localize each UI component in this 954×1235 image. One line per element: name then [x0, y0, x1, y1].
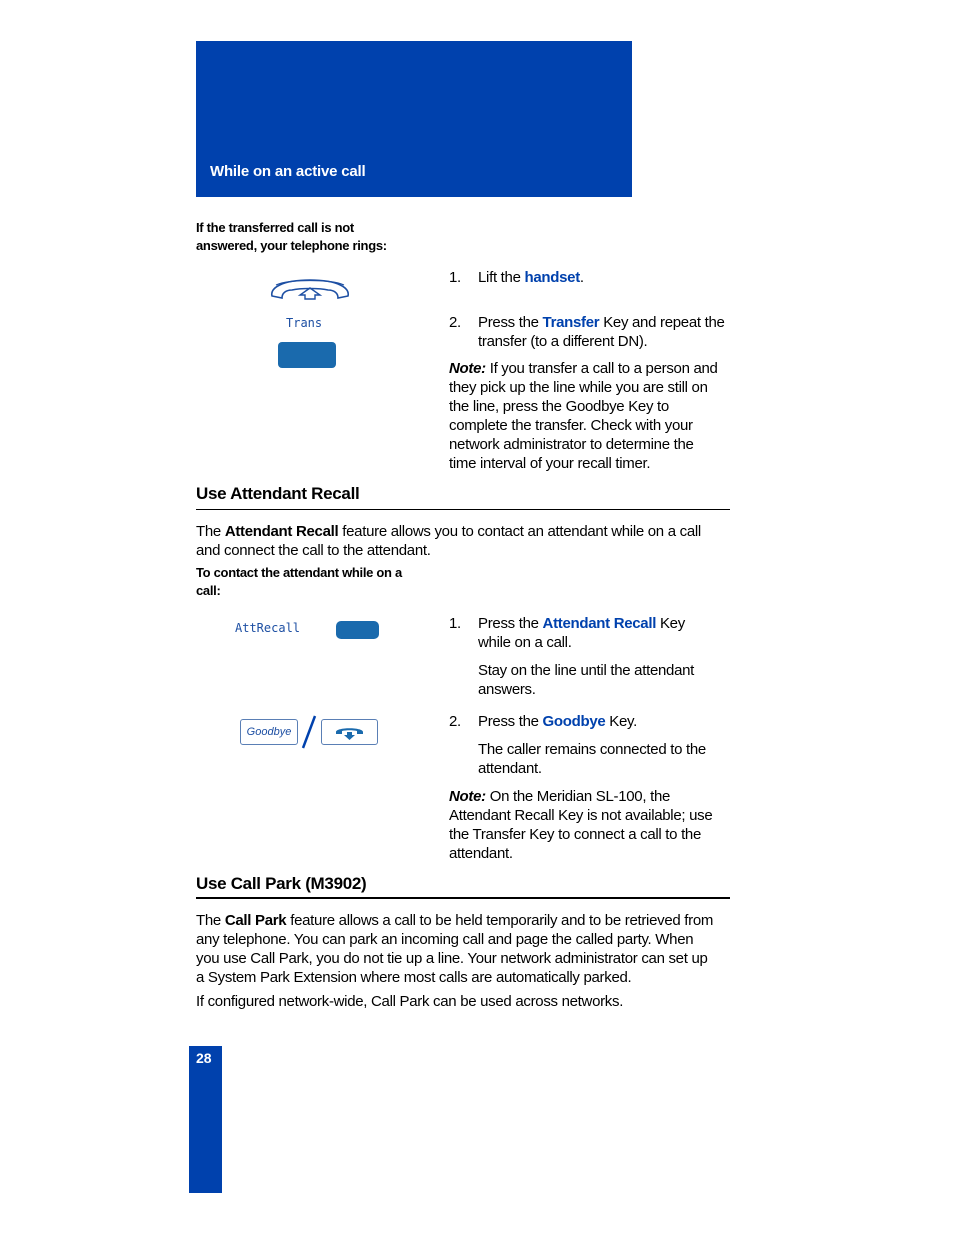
release-key[interactable] — [321, 719, 378, 745]
para-line: any telephone. You can park an incoming … — [196, 931, 694, 948]
note-line: attendant. — [449, 845, 513, 862]
para-text: feature allows a call to be held tempora… — [286, 912, 714, 929]
step-text-end: Key. — [605, 713, 638, 730]
lead-line1: To contact the attendant while on a — [196, 565, 402, 580]
note-line: they pick up the line while you are stil… — [449, 379, 708, 396]
step-number: 1. — [449, 615, 461, 632]
transfer-lead-line1: If the transferred call is not — [196, 220, 354, 235]
step-text-line2: while on a call. — [478, 634, 572, 651]
or-slash-divider — [299, 714, 319, 750]
attendant-note: Note: On the Meridian SL-100, the Attend… — [449, 787, 739, 863]
note-label: Note: — [449, 788, 486, 805]
note-line: complete the transfer. Check with your — [449, 417, 693, 434]
transfer-lead-line2: answered, your telephone rings: — [196, 238, 387, 253]
note-line: On the Meridian SL-100, the — [485, 788, 671, 805]
step-number: 1. — [449, 269, 461, 286]
para-text: The — [196, 912, 225, 929]
trans-softkey-label: Trans — [286, 316, 323, 330]
step-number: 2. — [449, 314, 461, 331]
call-park-feature-name: Call Park — [224, 912, 287, 929]
attendant-recall-lead: To contact the attendant while on a call… — [196, 564, 426, 600]
goodbye-key-label: Goodbye — [246, 726, 292, 738]
attrecall-softkey-button[interactable] — [336, 621, 379, 639]
keyword-attendant-recall: Attendant Recall — [542, 615, 657, 632]
keyword-transfer: Transfer — [542, 314, 600, 331]
transfer-step-2: 2. Press the Transfer Key and repeat the… — [449, 313, 739, 351]
handset-lift-icon — [268, 276, 352, 302]
keyword-goodbye: Goodbye — [542, 713, 606, 730]
para-line: you use Call Park, you do not tie up a l… — [196, 950, 708, 967]
note-line: network administrator to determine the — [449, 436, 694, 453]
page-number: 28 — [196, 1050, 212, 1066]
handset-down-icon — [336, 728, 363, 740]
note-line: Attendant Recall Key is not available; u… — [449, 807, 713, 824]
call-park-description: The Call Park feature allows a call to b… — [196, 911, 741, 1011]
step-text-end: Key and repeat the — [599, 314, 725, 331]
step-text: Press the — [478, 314, 543, 331]
attrecall-softkey-label: AttRecall — [235, 621, 301, 635]
note-label: Note: — [449, 360, 486, 377]
transfer-note: Note: If you transfer a call to a person… — [449, 359, 739, 473]
trans-softkey-button[interactable] — [278, 342, 336, 368]
step-subtext: answers. — [478, 681, 536, 698]
attendant-recall-intro: The Attendant Recall feature allows you … — [196, 522, 736, 560]
intro-line2: and connect the call to the attendant. — [196, 542, 431, 559]
note-line: the Transfer Key to connect a call to th… — [449, 826, 702, 843]
para-line: a System Park Extension where most calls… — [196, 969, 632, 986]
intro-text: The — [196, 523, 225, 540]
step-text-line2: transfer (to a different DN). — [478, 333, 648, 350]
note-line: If you transfer a call to a person and — [485, 360, 718, 377]
note-line: time interval of your recall timer. — [449, 455, 651, 472]
intro-feature-name: Attendant Recall — [224, 523, 339, 540]
heading-rule — [196, 897, 730, 899]
transfer-step-1: 1. Lift the handset. — [449, 268, 739, 287]
intro-text: feature allows you to contact an attenda… — [338, 523, 701, 540]
note-line: the line, press the Goodbye Key to — [449, 398, 669, 415]
attendant-recall-heading: Use Attendant Recall — [196, 484, 360, 503]
call-park-heading: Use Call Park (M3902) — [196, 874, 367, 893]
attendant-step-2: 2. Press the Goodbye Key. The caller rem… — [449, 712, 739, 778]
heading-rule — [196, 509, 730, 510]
section-header-band: While on an active call — [196, 41, 632, 197]
lead-line2: call: — [196, 583, 221, 598]
step-text: Press the — [478, 713, 543, 730]
attendant-step-1: 1. Press the Attendant Recall Key while … — [449, 614, 739, 699]
step-text-end: Key — [656, 615, 685, 632]
goodbye-key[interactable]: Goodbye — [240, 719, 298, 745]
step-text-end: . — [579, 269, 584, 286]
call-park-network-note: If configured network-wide, Call Park ca… — [196, 993, 624, 1010]
step-text: Press the — [478, 615, 543, 632]
keyword-handset: handset — [524, 269, 581, 286]
step-subtext: The caller remains connected to the — [478, 741, 706, 758]
step-subtext: Stay on the line until the attendant — [478, 662, 695, 679]
transfer-lead: If the transferred call is not answered,… — [196, 219, 426, 255]
section-title: While on an active call — [210, 163, 366, 180]
page-number-tab: 28 — [189, 1046, 222, 1193]
step-text: Lift the — [478, 269, 525, 286]
step-subtext: attendant. — [478, 760, 542, 777]
step-number: 2. — [449, 713, 461, 730]
